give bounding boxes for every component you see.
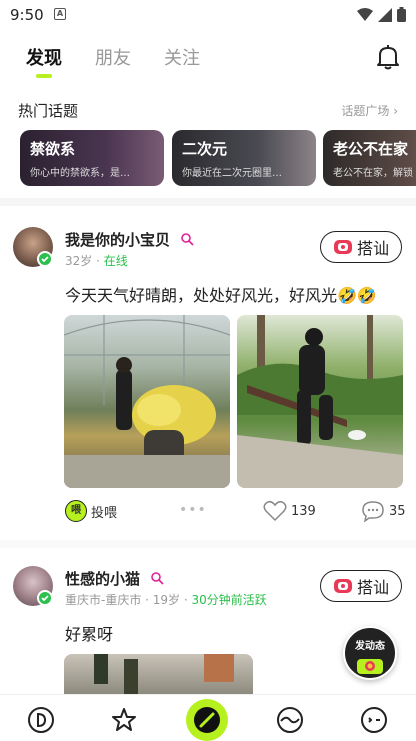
feed-label: 投喂 xyxy=(91,505,118,521)
nav-star[interactable] xyxy=(107,703,141,737)
topic-title: 老公不在家 xyxy=(333,140,409,158)
post-meta: 重庆市-重庆市 · 19岁 · 30分钟前活跃 xyxy=(65,591,267,608)
signal-icon xyxy=(378,7,392,22)
tab-following[interactable]: 关注 xyxy=(164,44,200,70)
heart-icon xyxy=(263,500,287,522)
post-username[interactable]: 性感的小猫 xyxy=(65,568,140,589)
post-text: 好累呀 xyxy=(65,625,114,644)
post-location-age: 重庆市-重庆市 · 19岁 · xyxy=(65,593,188,607)
notification-bell-icon[interactable] xyxy=(376,44,400,74)
section-divider xyxy=(0,198,416,206)
post-photo[interactable] xyxy=(237,315,403,488)
battery-icon xyxy=(397,7,406,22)
active-tab-indicator xyxy=(36,74,52,78)
post-actions: 喂 投喂 ••• 139 35 xyxy=(65,500,406,526)
verified-badge-icon xyxy=(37,251,53,267)
like-count: 139 xyxy=(291,503,316,519)
topic-desc: 你最近在二次元圈里… xyxy=(182,168,282,179)
photo-image xyxy=(94,654,234,694)
post-photo[interactable] xyxy=(64,315,230,488)
camera-icon xyxy=(357,659,383,674)
topic-desc: 你心中的禁欲系，是… xyxy=(30,168,130,179)
post-moment-button[interactable]: 发动态 xyxy=(343,626,397,680)
hot-topics-title: 热门话题 xyxy=(18,102,79,120)
topic-card[interactable]: 二次元 你最近在二次元圈里… xyxy=(172,130,316,186)
nav-profile[interactable] xyxy=(357,703,391,737)
comment-count: 35 xyxy=(389,503,406,519)
post-moment-label: 发动态 xyxy=(355,641,385,652)
star-icon xyxy=(112,708,136,731)
verified-badge-icon xyxy=(37,590,53,606)
topic-card[interactable]: 老公不在家 老公不在家，解锁 xyxy=(323,130,416,186)
topic-square-link[interactable]: 话题广场 › xyxy=(341,102,398,119)
chat-up-button[interactable]: 搭讪 xyxy=(320,231,402,263)
tab-discover[interactable]: 发现 xyxy=(26,44,62,70)
post-text: 今天天气好晴朗，处处好风光，好风光🤣🤣 xyxy=(65,286,377,305)
logo-d-icon xyxy=(28,707,54,733)
post-meta: 32岁 · 在线 xyxy=(65,252,128,269)
active-status: 30分钟前活跃 xyxy=(191,593,267,607)
chat-bubble-icon xyxy=(333,240,352,254)
status-time: 9:50 xyxy=(10,6,44,24)
like-button[interactable]: 139 xyxy=(263,500,316,522)
wifi-icon xyxy=(357,7,373,21)
photo-greenhouse-image xyxy=(64,315,230,488)
chat-bubble-icon xyxy=(333,579,352,593)
chat-up-label: 搭讪 xyxy=(356,578,389,597)
meta-separator: · xyxy=(96,254,100,268)
female-gender-icon xyxy=(151,572,164,585)
nav-chat[interactable] xyxy=(273,703,307,737)
post-divider xyxy=(0,540,416,548)
profile-face-icon xyxy=(361,707,387,733)
topic-desc: 老公不在家，解锁 xyxy=(333,168,413,179)
post-age: 32岁 xyxy=(65,254,93,268)
topic-title: 二次元 xyxy=(182,140,228,158)
chat-up-label: 搭讪 xyxy=(356,239,389,258)
notification-a-icon: A xyxy=(54,8,66,20)
feed-icon: 喂 xyxy=(65,500,87,522)
feed-button[interactable]: 喂 投喂 xyxy=(65,500,117,522)
post-username[interactable]: 我是你的小宝贝 xyxy=(65,229,170,250)
chat-up-button[interactable]: 搭讪 xyxy=(320,570,402,602)
female-gender-icon xyxy=(181,233,194,246)
status-icons xyxy=(357,7,406,22)
gauge-icon xyxy=(194,707,220,733)
post-photo[interactable] xyxy=(64,654,253,694)
photo-park-image xyxy=(237,315,403,488)
bottom-nav xyxy=(0,694,416,741)
message-face-icon xyxy=(277,707,303,733)
comment-icon xyxy=(362,501,384,522)
tab-friends[interactable]: 朋友 xyxy=(95,44,131,70)
more-options-icon[interactable]: ••• xyxy=(179,502,207,518)
comment-button[interactable]: 35 xyxy=(361,500,406,522)
topic-card[interactable]: 禁欲系 你心中的禁欲系，是… xyxy=(20,130,164,186)
hot-topics-list: 禁欲系 你心中的禁欲系，是… 二次元 你最近在二次元圈里… 老公不在家 老公不在… xyxy=(20,130,416,188)
top-tabs: 发现 朋友 关注 xyxy=(0,38,416,88)
nav-home[interactable] xyxy=(24,703,58,737)
nav-center[interactable] xyxy=(186,699,228,741)
online-status: 在线 xyxy=(103,254,128,268)
status-bar: 9:50 A xyxy=(0,0,416,30)
topic-title: 禁欲系 xyxy=(30,140,76,158)
